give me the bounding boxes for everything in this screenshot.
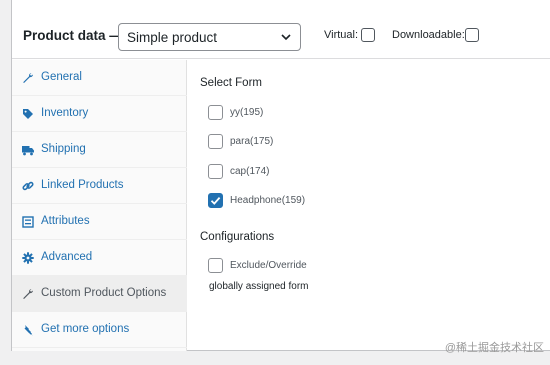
checkmark-icon [210, 197, 221, 205]
tab-advanced[interactable]: Advanced [12, 240, 187, 276]
product-data-title: Product data — [23, 28, 123, 43]
product-data-tabs: General Inventory Shipping Linked Produc… [12, 60, 187, 351]
wrench-icon [22, 287, 34, 299]
custom-options-content: Select Form yy(195) para(175) cap(174) H… [187, 60, 550, 351]
form-checkbox-para[interactable] [208, 134, 223, 149]
list-icon [22, 215, 34, 228]
tab-general[interactable]: General [12, 60, 187, 96]
tag-icon [22, 107, 34, 119]
tab-label-advanced: Advanced [41, 251, 93, 263]
form-checkbox-yy[interactable] [208, 105, 223, 120]
form-label-headphone: Headphone(159) [230, 195, 306, 206]
configurations-title: Configurations [200, 231, 275, 243]
tab-linked-products[interactable]: Linked Products [12, 168, 187, 204]
product-type-value: Simple product [127, 30, 218, 45]
tab-label-get-more-options: Get more options [41, 323, 130, 335]
tab-label-linked-products: Linked Products [41, 179, 124, 191]
downloadable-label: Downloadable: [392, 29, 465, 41]
tab-custom-product-options[interactable]: Custom Product Options [12, 276, 187, 312]
chevron-down-icon [280, 31, 292, 43]
virtual-label: Virtual: [324, 29, 359, 41]
select-form-title: Select Form [200, 77, 262, 89]
tab-shipping[interactable]: Shipping [12, 132, 187, 168]
form-label-yy: yy(195) [230, 107, 264, 118]
form-checkbox-headphone[interactable] [208, 193, 223, 208]
tab-get-more-options[interactable]: Get more options [12, 312, 187, 348]
exclude-override-label: Exclude/Override [230, 260, 307, 271]
wrench-icon [22, 71, 34, 83]
tab-label-shipping: Shipping [41, 143, 86, 155]
tab-label-custom-product-options: Custom Product Options [41, 287, 167, 299]
link-icon [22, 179, 34, 191]
tab-label-attributes: Attributes [41, 215, 90, 227]
exclude-override-checkbox[interactable] [208, 258, 223, 273]
watermark: @稀土掘金技术社区 [444, 342, 544, 354]
form-checkbox-cap[interactable] [208, 164, 223, 179]
tab-attributes[interactable]: Attributes [12, 204, 187, 240]
gear-icon [22, 251, 34, 264]
product-data-header: Product data — Simple product Virtual: D… [12, 0, 550, 59]
tab-label-general: General [41, 71, 82, 83]
product-type-select[interactable]: Simple product [118, 23, 301, 51]
plugin-icon [22, 323, 34, 336]
truck-icon [22, 143, 34, 156]
tab-label-inventory: Inventory [41, 107, 89, 119]
globally-assigned-note: globally assigned form [209, 281, 309, 292]
form-label-cap: cap(174) [230, 166, 270, 177]
downloadable-checkbox[interactable] [465, 28, 479, 42]
virtual-checkbox[interactable] [361, 28, 375, 42]
product-data-panel: Product data — Simple product Virtual: D… [11, 0, 550, 351]
form-label-para: para(175) [230, 136, 274, 147]
tab-inventory[interactable]: Inventory [12, 96, 187, 132]
